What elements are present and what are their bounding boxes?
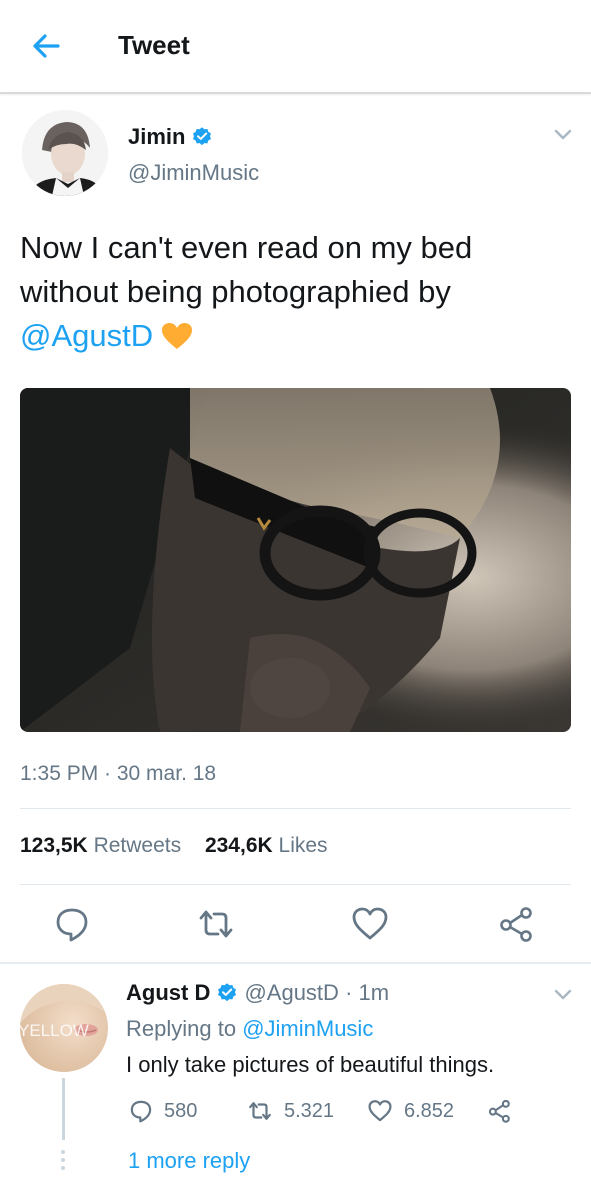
- reply-like-count: 6.852: [404, 1099, 455, 1122]
- reply-text: I only take pictures of beautiful things…: [126, 1052, 495, 1077]
- verified-badge-icon: [218, 983, 237, 1002]
- retweet-button[interactable]: [196, 904, 236, 944]
- like-icon: [352, 907, 388, 940]
- page-title: Tweet: [118, 30, 190, 60]
- verified-badge-icon: [193, 127, 212, 146]
- share-button[interactable]: [497, 904, 537, 944]
- like-button[interactable]: [350, 904, 390, 944]
- thread-dot: [61, 1150, 65, 1154]
- reply-header: Agust D @AgustD · 1m: [126, 980, 389, 1006]
- tweet-text-line-1: Now I can't even read on my bed: [20, 230, 473, 265]
- section-separator: [0, 962, 591, 964]
- thread-dot: [61, 1158, 65, 1162]
- reply-reply-count: 580: [164, 1099, 198, 1122]
- back-arrow-icon: [33, 34, 60, 58]
- likes-stat[interactable]: 234,6K Likes: [205, 834, 328, 857]
- reply-author-handle[interactable]: @AgustD: [244, 980, 338, 1005]
- yellow-heart-icon: [162, 323, 193, 349]
- author-name[interactable]: Jimin: [128, 124, 213, 150]
- thread-line: [62, 1078, 65, 1140]
- reply-share-button[interactable]: [486, 1097, 524, 1125]
- divider: [20, 808, 571, 809]
- reply-icon: [130, 1100, 152, 1123]
- more-replies-link[interactable]: 1 more reply: [128, 1148, 250, 1174]
- reply-reply-button[interactable]: 580: [128, 1097, 197, 1125]
- reply-like-button[interactable]: 6.852: [366, 1097, 454, 1125]
- tweet-photo[interactable]: [20, 388, 571, 732]
- reply-retweet-button[interactable]: 5.321: [246, 1097, 334, 1125]
- replying-to-link[interactable]: @JiminMusic: [242, 1016, 373, 1041]
- back-button[interactable]: [28, 30, 64, 62]
- like-icon: [368, 1100, 392, 1122]
- retweets-stat[interactable]: 123,5K Retweets: [20, 834, 181, 857]
- chevron-down-icon[interactable]: [553, 988, 573, 1002]
- likes-label: Likes: [278, 834, 328, 857]
- reply-retweet-count: 5.321: [284, 1099, 335, 1122]
- divider: [20, 884, 571, 885]
- reply-icon: [56, 908, 88, 942]
- tweet-text-line-2: without being photographied by: [20, 274, 451, 309]
- reply-button[interactable]: [52, 904, 92, 944]
- retweet-icon: [249, 1102, 271, 1120]
- author-avatar[interactable]: [22, 110, 108, 196]
- author-handle[interactable]: @JiminMusic: [128, 160, 259, 186]
- share-icon: [500, 907, 532, 942]
- thread-dot: [61, 1166, 65, 1170]
- retweet-icon: [199, 910, 233, 938]
- tweet-timestamp[interactable]: 1:35 PM · 30 mar. 18: [20, 762, 216, 786]
- chevron-down-icon[interactable]: [553, 128, 573, 142]
- retweets-label: Retweets: [93, 834, 182, 857]
- top-bar: Tweet: [0, 0, 591, 94]
- replying-to-prefix: Replying to: [126, 1016, 237, 1041]
- likes-count: 234,6K: [204, 834, 273, 857]
- mention-link[interactable]: @AgustD: [20, 318, 153, 353]
- reply-author-avatar[interactable]: YELLOW: [20, 984, 108, 1072]
- engagement-stats: 123,5K Retweets 234,6K Likes: [20, 834, 328, 858]
- avatar-overlay-text: YELLOW: [20, 1021, 89, 1040]
- replying-to: Replying to @JiminMusic: [126, 1016, 373, 1042]
- share-icon: [488, 1099, 510, 1123]
- reply-author-name[interactable]: Agust D: [126, 980, 210, 1005]
- author-name-text: Jimin: [128, 124, 186, 149]
- retweets-count: 123,5K: [20, 834, 88, 857]
- reply-time: · 1m: [345, 980, 390, 1005]
- tweet-text: Now I can't even read on my bed without …: [20, 226, 580, 358]
